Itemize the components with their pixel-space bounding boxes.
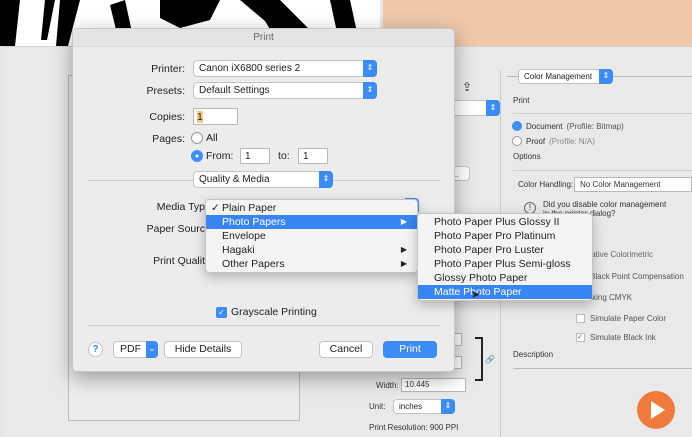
simulate-paper-label: Simulate Paper Color [590,314,667,323]
dialog-title: Print [73,29,454,47]
media-type-menu: ✓ Plain Paper Photo Papers ▶ Envelope Haga… [205,199,418,273]
to-label: to: [278,150,290,162]
media-type-label: Media Typ [156,201,205,213]
print-button[interactable]: Print [383,341,437,358]
simulate-ink-label: Simulate Black Ink [590,333,656,342]
pages-all-radio[interactable]: All [191,132,218,144]
grayscale-checkbox[interactable]: ✓ Grayscale Printing [216,306,317,318]
presets-value: Default Settings [199,85,270,96]
proof-profile: (Profile: N/A) [549,136,595,146]
photo-papers-submenu: Photo Paper Plus Glossy II Photo Paper P… [417,213,593,301]
width-field[interactable]: 10.445 [401,378,466,392]
print-heading: Print [513,96,530,105]
link-bracket [475,337,483,381]
play-icon [651,401,665,419]
play-button[interactable] [637,391,675,429]
help-button[interactable]: ? [88,342,103,357]
from-label: From: [206,150,234,162]
copies-label: Copies: [149,111,185,123]
submenu-item[interactable]: Photo Paper Pro Luster [418,243,592,257]
menu-item-other-papers[interactable]: Other Papers ▶ [206,257,417,271]
hide-details-button[interactable]: Hide Details [164,341,242,358]
color-handling-select[interactable]: No Color Management [574,177,692,192]
submenu-item[interactable]: Photo Paper Plus Semi-gloss [418,257,592,271]
pdf-label: PDF [120,343,141,355]
description-heading: Description [513,350,554,359]
copies-field[interactable]: 1 [193,108,238,125]
document-label: Document [526,121,563,131]
printer-value: Canon iX6800 series 2 [199,63,301,74]
paper-source-label: Paper Sourc [146,223,205,235]
options-heading: Options [513,152,541,161]
chevron-down-icon: ⌄ [146,341,158,358]
unit-select[interactable]: inches ⇕ [393,399,455,414]
submenu-arrow-icon: ▶ [400,245,407,254]
black-point-compensation[interactable]: Black Point Compensation [590,272,684,281]
unit-value: inches [399,402,423,411]
submenu-item[interactable]: Photo Paper Plus Glossy II [418,215,592,229]
color-management-value: Color Management [524,72,593,81]
print-quality-label: Print Qualit [153,255,205,267]
rendering-intent[interactable]: elative Colorimetric [585,250,653,259]
unit-label: Unit: [369,402,386,411]
cancel-button[interactable]: Cancel [319,341,373,358]
printer-select[interactable]: Canon iX6800 series 2 ⇕ [193,60,377,77]
menu-item-photo-papers[interactable]: Photo Papers ▶ [206,215,417,229]
submenu-arrow-icon: ▶ [400,259,407,268]
pages-label: Pages: [152,133,185,145]
presets-label: Presets: [146,85,185,97]
checkmark-icon: ✓ [211,202,220,214]
proof-label: Proof [526,136,546,146]
submenu-item[interactable]: Photo Paper Pro Platinum [418,229,592,243]
section-value: Quality & Media [199,174,270,185]
copies-value: 1 [197,111,203,123]
width-label: Width: [376,381,399,390]
presets-select[interactable]: Default Settings ⇕ [193,82,377,99]
document-radio[interactable]: Document (Profile: Bitmap) [512,121,624,131]
link-icon[interactable]: 🔗 [485,355,495,364]
submenu-arrow-icon: ▶ [400,217,407,226]
submenu-item-matte-photo-paper[interactable]: Matte Photo Paper [418,285,592,299]
to-field[interactable]: 1 [298,148,328,164]
mouse-cursor-icon: ➤ [471,289,481,301]
grayscale-label: Grayscale Printing [231,306,317,318]
checkbox-checked-icon: ✓ [216,306,227,318]
simulate-black-ink-checkbox[interactable]: ✓ Simulate Black Ink [576,333,656,342]
printer-label: Printer: [151,63,185,75]
color-handling-label: Color Handling: [518,180,574,189]
simulate-paper-color-checkbox[interactable]: Simulate Paper Color [576,314,666,323]
pdf-menu-button[interactable]: PDF ⌄ [113,341,158,358]
from-field[interactable]: 1 [240,148,270,164]
document-profile: (Profile: Bitmap) [566,121,624,131]
menu-item-envelope[interactable]: Envelope [206,229,417,243]
submenu-item[interactable]: Glossy Photo Paper [418,271,592,285]
print-resolution: Print Resolution: 900 PPI [369,423,459,432]
color-management-select[interactable]: Color Management ⇕ [518,69,613,84]
menu-item-hagaki[interactable]: Hagaki ▶ [206,243,417,257]
printer-share-icon[interactable]: ⇪ [462,80,472,94]
menu-item-plain-paper[interactable]: ✓ Plain Paper [206,201,417,215]
all-label: All [206,132,218,144]
proof-radio[interactable]: Proof (Profile: N/A) [512,136,595,146]
pages-from-radio[interactable]: From: [191,150,233,162]
section-select[interactable]: Quality & Media ⇕ [193,171,333,188]
